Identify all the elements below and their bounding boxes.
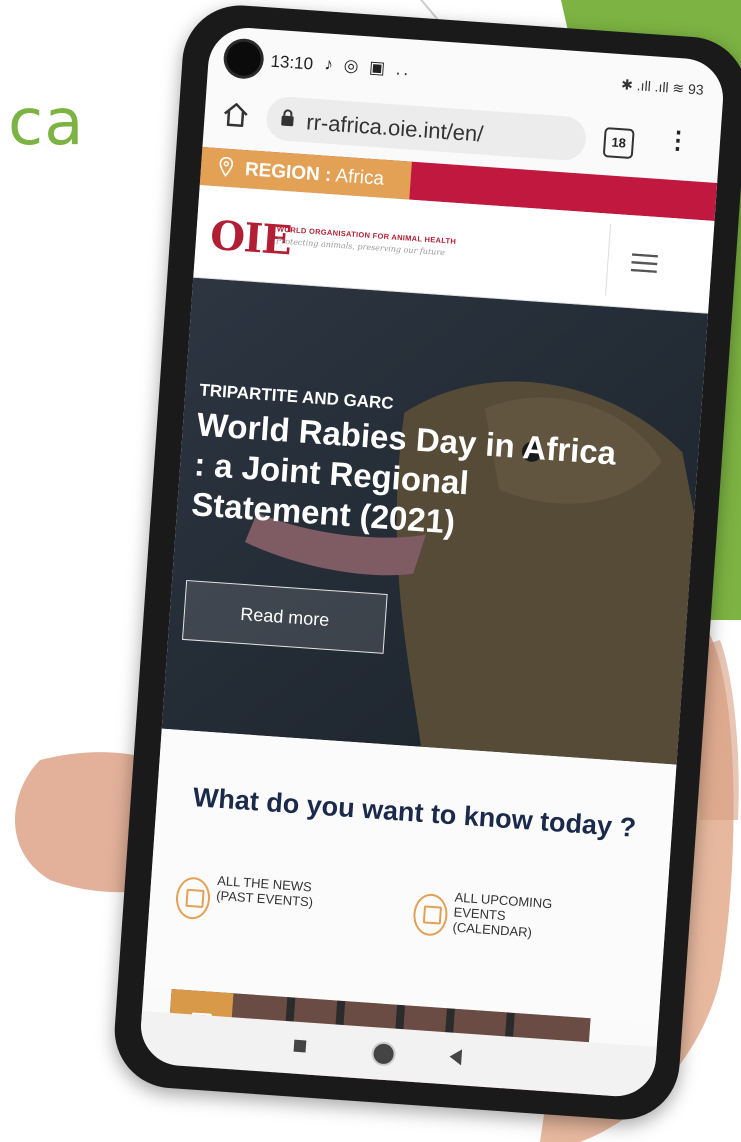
know-title: What do you want to know today ? <box>192 782 638 843</box>
region-key: REGION : <box>244 159 333 187</box>
upcoming-events-link[interactable]: ALL UPCOMING EVENTS (CALENDAR) <box>411 887 634 958</box>
region-value: Africa <box>334 165 385 190</box>
calendar-icon-glyph <box>422 905 443 925</box>
tab-switcher-button[interactable]: 18 <box>602 127 635 160</box>
recent-apps-icon[interactable] <box>293 1039 307 1053</box>
header-divider <box>605 223 612 296</box>
address-bar[interactable]: rr-africa.oie.int/en/ <box>265 95 588 162</box>
lock-icon <box>281 109 294 127</box>
newspaper-icon <box>174 876 212 921</box>
more-vert-icon[interactable]: ⋮ <box>665 125 691 156</box>
newspaper-icon-glyph <box>185 888 205 908</box>
upcoming-events-label: ALL UPCOMING EVENTS (CALENDAR) <box>452 889 553 940</box>
know-section: What do you want to know today ? ALL THE… <box>143 728 677 1024</box>
slide-title-fragment: ca <box>8 86 85 160</box>
home-icon[interactable] <box>220 98 252 130</box>
hamburger-menu-icon[interactable] <box>630 253 658 274</box>
back-icon[interactable] <box>449 1048 463 1066</box>
phone-device: 13:10 ♪ ◎ ▣ .. ✱ .ıll .ıll ≋ 93 rr-afric… <box>110 1 741 1124</box>
status-time: 13:10 <box>269 51 314 74</box>
location-pin-icon <box>219 156 234 178</box>
region-label: REGION : Africa <box>244 159 385 191</box>
all-news-label: ALL THE NEWS (PAST EVENTS) <box>215 872 314 910</box>
all-news-link[interactable]: ALL THE NEWS (PAST EVENTS) <box>174 870 377 940</box>
home-button-icon[interactable] <box>370 1041 397 1067</box>
calendar-icon <box>411 892 449 937</box>
hero-banner: TRIPARTITE AND GARC World Rabies Day in … <box>161 277 709 765</box>
system-icons: ✱ .ıll .ıll ≋ 93 <box>620 76 705 98</box>
phone-screen: 13:10 ♪ ◎ ▣ .. ✱ .ıll .ıll ≋ 93 rr-afric… <box>138 25 726 1099</box>
url-text: rr-africa.oie.int/en/ <box>305 109 485 147</box>
notification-icons: ♪ ◎ ▣ .. <box>323 54 412 80</box>
